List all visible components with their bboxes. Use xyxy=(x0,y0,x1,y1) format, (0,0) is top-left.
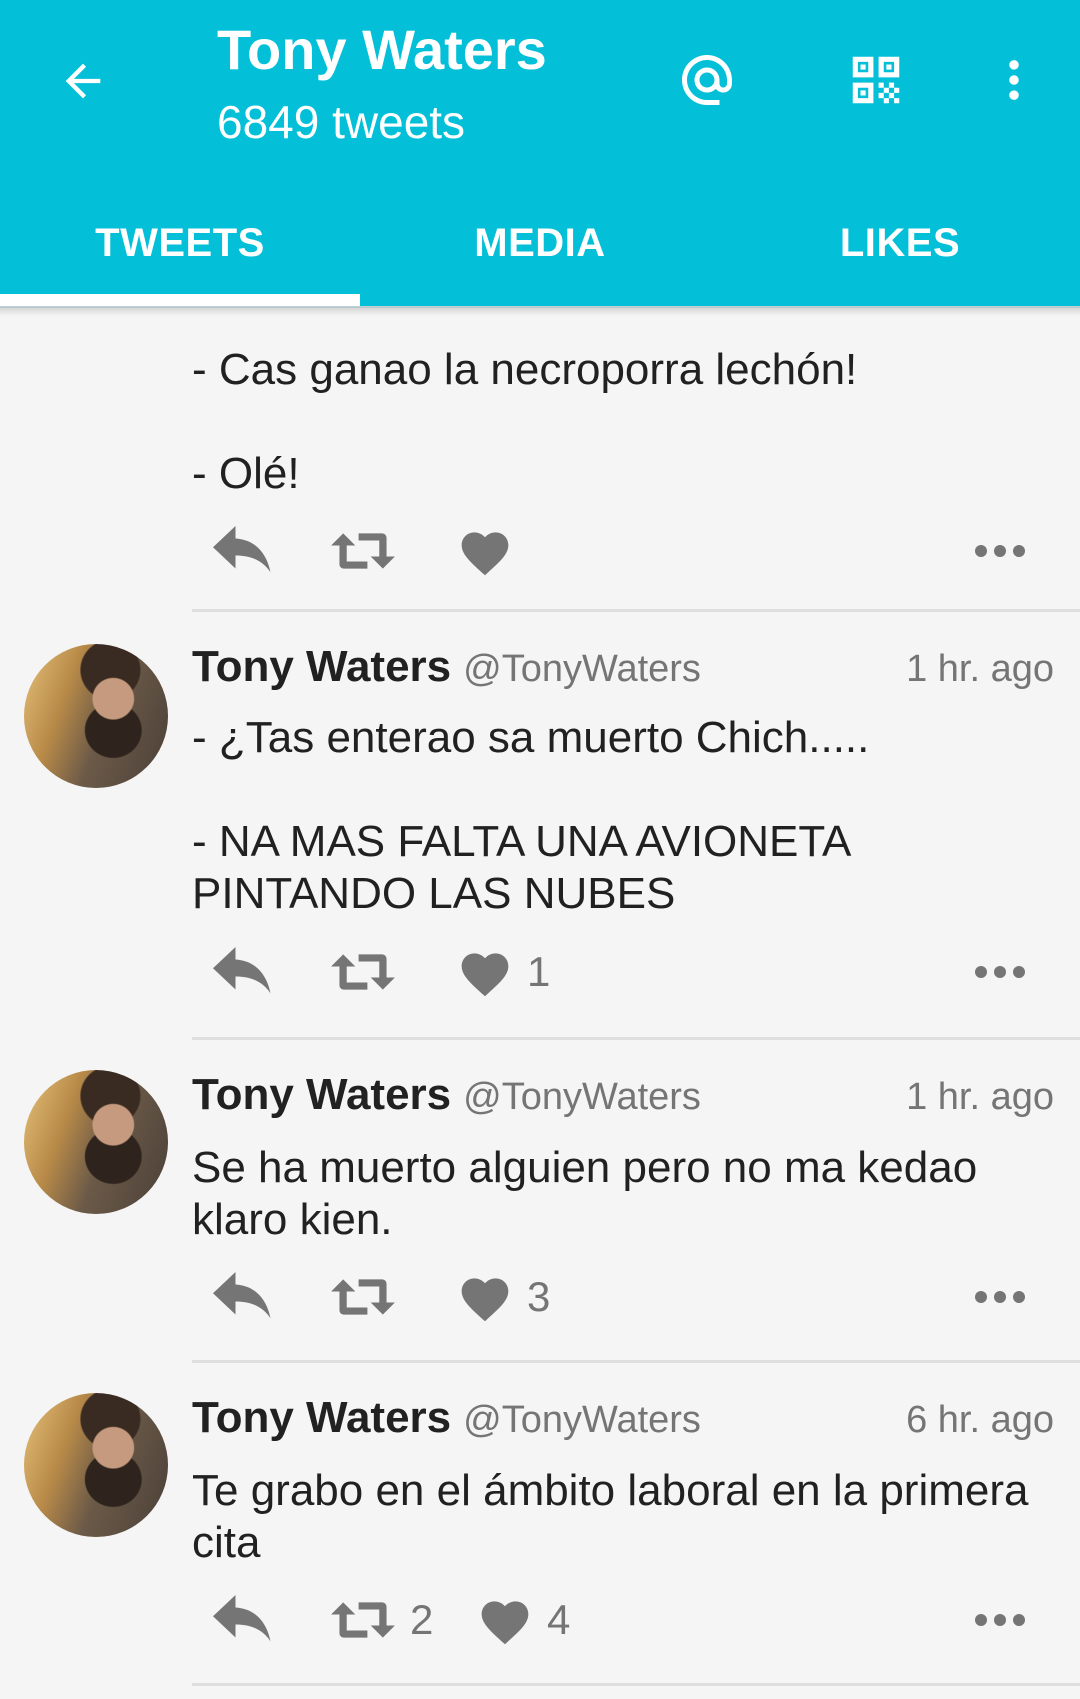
heart-icon xyxy=(461,953,509,997)
app-bar: Tony Waters 6849 tweets TWEETS MEDIA LIK… xyxy=(0,0,1080,308)
overflow-menu-icon xyxy=(1009,60,1019,100)
tweet-text: Te grabo en el ámbito laboral en la prim… xyxy=(192,1466,1041,1567)
tweet-divider xyxy=(192,1683,1080,1686)
selected-tab-indicator xyxy=(0,294,360,306)
tab-tweets[interactable]: TWEETS xyxy=(0,190,360,308)
like-button[interactable]: 4 xyxy=(477,1585,570,1655)
tweet-count: 6849 tweets xyxy=(217,96,466,148)
author-name[interactable]: Tony Waters xyxy=(192,1393,451,1443)
tweet-text: - Cas ganao la necroporra lechón! - Olé! xyxy=(192,345,858,498)
tweet-header: Tony Waters @TonyWaters 1 hr. ago xyxy=(192,642,1054,702)
tweet-timestamp: 6 hr. ago xyxy=(906,1399,1054,1441)
tweet-actions: 3 xyxy=(192,1262,1054,1332)
tab-media[interactable]: MEDIA xyxy=(360,190,720,308)
author-handle[interactable]: @TonyWaters xyxy=(463,648,701,691)
tweet-text: Se ha muerto alguien pero no ma kedao kl… xyxy=(192,1143,990,1244)
qr-code-button[interactable] xyxy=(836,40,916,120)
retweet-button[interactable] xyxy=(330,937,396,1007)
heart-icon xyxy=(481,1601,529,1645)
tweet-timestamp: 1 hr. ago xyxy=(906,1076,1054,1118)
author-handle[interactable]: @TonyWaters xyxy=(463,1076,701,1119)
tweet-item[interactable]: Tony Waters @TonyWaters 1 hr. ago - ¿Tas… xyxy=(0,612,1080,1040)
avatar[interactable] xyxy=(24,644,168,788)
back-arrow-icon xyxy=(65,63,101,99)
mention-icon xyxy=(682,55,732,105)
tweet-feed: - Cas ganao la necroporra lechón! - Olé!… xyxy=(0,306,1080,1693)
retweet-button[interactable]: 2 xyxy=(330,1585,433,1655)
reply-button[interactable] xyxy=(210,1262,276,1332)
tweet-header: Tony Waters @TonyWaters 1 hr. ago xyxy=(192,1070,1054,1130)
tweet-actions xyxy=(192,516,1054,586)
retweet-button[interactable] xyxy=(330,516,396,586)
retweet-icon xyxy=(331,1602,395,1638)
like-count: 3 xyxy=(527,1273,551,1320)
author-name[interactable]: Tony Waters xyxy=(192,1070,451,1120)
retweet-button[interactable] xyxy=(330,1262,396,1332)
reply-button[interactable] xyxy=(210,937,276,1007)
like-button[interactable] xyxy=(457,516,513,586)
reply-button[interactable] xyxy=(210,516,276,586)
profile-tabs: TWEETS MEDIA LIKES xyxy=(0,190,1080,308)
author-name[interactable]: Tony Waters xyxy=(192,642,451,692)
like-count: 1 xyxy=(527,948,551,995)
heart-icon xyxy=(461,532,509,576)
retweet-icon xyxy=(331,1279,395,1315)
tweet-item[interactable]: Tony Waters @TonyWaters 1 hr. ago Se ha … xyxy=(0,1040,1080,1363)
reply-icon xyxy=(213,1595,271,1642)
reply-icon xyxy=(213,947,271,994)
reply-icon xyxy=(213,1272,271,1319)
avatar[interactable] xyxy=(24,1070,168,1214)
reply-button[interactable] xyxy=(210,1585,276,1655)
tweet-item[interactable]: Tony Waters @TonyWaters 6 hr. ago Te gra… xyxy=(0,1363,1080,1693)
like-button[interactable]: 3 xyxy=(457,1262,550,1332)
qr-code-icon xyxy=(852,56,900,104)
overflow-menu-button[interactable] xyxy=(974,40,1054,120)
retweet-count: 2 xyxy=(410,1596,434,1643)
author-handle[interactable]: @TonyWaters xyxy=(463,1399,701,1442)
avatar[interactable] xyxy=(24,1393,168,1537)
more-horizontal-icon xyxy=(975,1291,1025,1303)
more-horizontal-icon xyxy=(975,966,1025,978)
more-horizontal-icon xyxy=(975,1614,1025,1626)
tweet-text: - ¿Tas enterao sa muerto Chich..... - NA… xyxy=(192,713,870,918)
more-options-button[interactable] xyxy=(974,516,1026,586)
tab-likes[interactable]: LIKES xyxy=(720,190,1080,308)
profile-title: Tony Waters xyxy=(217,18,547,81)
more-options-button[interactable] xyxy=(974,937,1026,1007)
tweet-header: Tony Waters @TonyWaters 6 hr. ago xyxy=(192,1393,1054,1453)
more-options-button[interactable] xyxy=(974,1262,1026,1332)
tweet-actions: 2 4 xyxy=(192,1585,1054,1655)
retweet-icon xyxy=(331,533,395,569)
more-horizontal-icon xyxy=(975,545,1025,557)
like-button[interactable]: 1 xyxy=(457,937,550,1007)
retweet-icon xyxy=(331,954,395,990)
mention-button[interactable] xyxy=(667,40,747,120)
back-button[interactable] xyxy=(52,50,114,112)
like-count: 4 xyxy=(547,1596,571,1643)
tweet-timestamp: 1 hr. ago xyxy=(906,648,1054,690)
tweet-actions: 1 xyxy=(192,937,1054,1007)
heart-icon xyxy=(461,1278,509,1322)
tweet-item[interactable]: - Cas ganao la necroporra lechón! - Olé! xyxy=(0,306,1080,612)
more-options-button[interactable] xyxy=(974,1585,1026,1655)
reply-icon xyxy=(213,526,271,573)
